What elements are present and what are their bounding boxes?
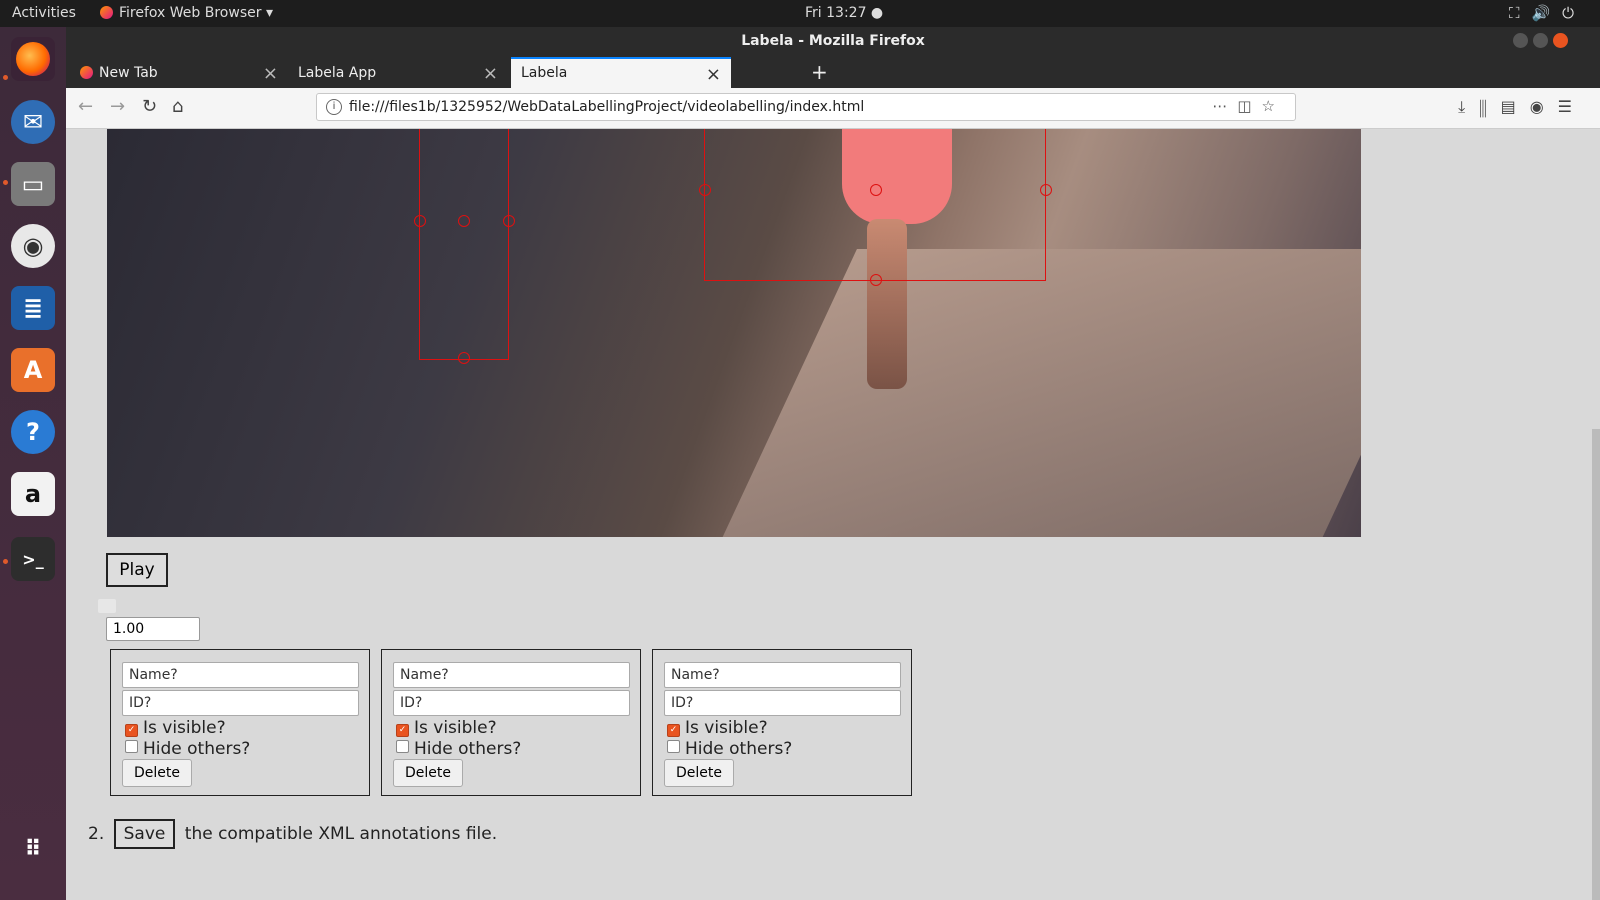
thunderbird-launcher-icon[interactable]: ✉ xyxy=(11,100,55,144)
forward-icon[interactable]: → xyxy=(110,96,125,117)
browser-tools[interactable]: ⤓⫼▤◉☰ xyxy=(1458,97,1586,117)
hide-others-checkbox[interactable] xyxy=(125,740,138,753)
navigation-toolbar: ← → ↻ ⌂ i file:///files1b/1325952/WebDat… xyxy=(66,88,1600,129)
url-text: file:///files1b/1325952/WebDataLabelling… xyxy=(349,99,865,115)
delete-button[interactable]: Delete xyxy=(664,759,734,787)
app-menu[interactable]: Firefox Web Browser ▾ xyxy=(100,5,273,21)
play-button[interactable]: Play xyxy=(106,553,168,587)
visible-label: Is visible? xyxy=(414,718,497,738)
save-instruction: 2. Save the compatible XML annotations f… xyxy=(88,819,497,849)
hide-others-toggle[interactable]: Hide others? xyxy=(396,739,521,759)
page-actions[interactable]: ⋯◫☆ xyxy=(1212,97,1285,115)
tab-new-tab[interactable]: New Tab × xyxy=(70,57,288,88)
id-input[interactable]: ID? xyxy=(393,690,630,716)
visible-checkbox[interactable]: ✓ xyxy=(125,724,138,737)
name-input[interactable]: Name? xyxy=(393,662,630,688)
bounding-box[interactable] xyxy=(699,129,1052,286)
rhythmbox-launcher-icon[interactable]: ◉ xyxy=(11,224,55,268)
system-top-bar: Activities Firefox Web Browser ▾ Fri 13:… xyxy=(0,0,1600,27)
id-input[interactable]: ID? xyxy=(122,690,359,716)
writer-launcher-icon[interactable]: ≣ xyxy=(11,286,55,330)
running-indicator xyxy=(3,559,8,564)
minimize-icon[interactable] xyxy=(1513,33,1528,48)
visible-toggle[interactable]: ✓ Is visible? xyxy=(396,718,497,738)
video-canvas[interactable] xyxy=(107,129,1361,537)
visible-label: Is visible? xyxy=(685,718,768,738)
firefox-icon xyxy=(100,6,113,19)
home-icon[interactable]: ⌂ xyxy=(172,96,183,117)
id-input[interactable]: ID? xyxy=(664,690,901,716)
resize-handle[interactable] xyxy=(458,352,470,364)
visible-toggle[interactable]: ✓ Is visible? xyxy=(125,718,226,738)
close-window-icon[interactable] xyxy=(1553,33,1568,48)
video-frame-ledge xyxy=(717,249,1361,537)
hide-others-checkbox[interactable] xyxy=(396,740,409,753)
tab-labela[interactable]: Labela × xyxy=(511,57,731,88)
resize-handle[interactable] xyxy=(699,184,711,196)
url-bar[interactable]: i file:///files1b/1325952/WebDataLabelli… xyxy=(316,93,1296,121)
visible-checkbox[interactable]: ✓ xyxy=(396,724,409,737)
bounding-box[interactable] xyxy=(414,129,515,364)
hide-others-toggle[interactable]: Hide others? xyxy=(667,739,792,759)
files-launcher-icon[interactable]: ▭ xyxy=(11,162,55,206)
tab-label: Labela App xyxy=(298,65,377,81)
resize-handle[interactable] xyxy=(1040,184,1052,196)
step-number: 2. xyxy=(88,824,105,844)
launcher-dock: ✉ ▭ ◉ ≣ A ? a >_ ⠿ xyxy=(0,27,66,900)
info-icon[interactable]: i xyxy=(326,99,342,115)
terminal-launcher-icon[interactable]: >_ xyxy=(11,537,55,581)
tab-label: New Tab xyxy=(99,65,158,81)
page-content: Play 1.00 Name? ID? ✓ Is visible? Hide ot… xyxy=(66,129,1600,900)
close-tab-icon[interactable]: × xyxy=(483,63,498,84)
hide-others-label: Hide others? xyxy=(143,739,251,759)
annotation-card: Name? ID? ✓ Is visible? Hide others? Dele… xyxy=(110,649,370,796)
name-input[interactable]: Name? xyxy=(122,662,359,688)
tab-labela-app[interactable]: Labela App × xyxy=(288,57,508,88)
help-launcher-icon[interactable]: ? xyxy=(11,410,55,454)
close-tab-icon[interactable]: × xyxy=(263,63,278,84)
annotation-card: Name? ID? ✓ Is visible? Hide others? Dele… xyxy=(652,649,912,796)
name-input[interactable]: Name? xyxy=(664,662,901,688)
hide-others-checkbox[interactable] xyxy=(667,740,680,753)
system-tray[interactable]: ⛶🔊⏻ xyxy=(1509,4,1586,22)
resize-handle[interactable] xyxy=(414,215,426,227)
window-titlebar: Labela - Mozilla Firefox xyxy=(66,27,1600,54)
firefox-launcher-icon[interactable] xyxy=(11,37,55,81)
app-menu-label: Firefox Web Browser ▾ xyxy=(119,5,273,21)
running-indicator xyxy=(3,75,8,80)
resize-handle[interactable] xyxy=(870,274,882,286)
move-handle[interactable] xyxy=(458,215,470,227)
move-handle[interactable] xyxy=(870,184,882,196)
tab-label: Labela xyxy=(521,65,568,81)
software-launcher-icon[interactable]: A xyxy=(11,348,55,392)
new-tab-icon[interactable]: + xyxy=(811,60,828,84)
resize-handle[interactable] xyxy=(503,215,515,227)
save-description: the compatible XML annotations file. xyxy=(184,824,498,844)
delete-button[interactable]: Delete xyxy=(122,759,192,787)
close-tab-icon[interactable]: × xyxy=(706,64,721,85)
delete-button[interactable]: Delete xyxy=(393,759,463,787)
visible-label: Is visible? xyxy=(143,718,226,738)
hide-others-label: Hide others? xyxy=(685,739,793,759)
clock[interactable]: Fri 13:27 ● xyxy=(805,5,883,21)
activities-button[interactable]: Activities xyxy=(12,5,76,21)
seek-slider[interactable] xyxy=(98,599,116,613)
page-scrollbar[interactable] xyxy=(1592,429,1600,900)
running-indicator xyxy=(3,180,8,185)
tab-strip: New Tab × Labela App × Labela × + xyxy=(66,54,1600,88)
firefox-favicon-icon xyxy=(80,66,93,79)
visible-toggle[interactable]: ✓ Is visible? xyxy=(667,718,768,738)
app-grid-icon[interactable]: ⠿ xyxy=(11,827,55,871)
save-button[interactable]: Save xyxy=(113,819,176,849)
window-title: Labela - Mozilla Firefox xyxy=(741,33,925,49)
playback-speed-input[interactable]: 1.00 xyxy=(106,617,200,641)
reload-icon[interactable]: ↻ xyxy=(142,96,157,117)
annotation-card: Name? ID? ✓ Is visible? Hide others? Dele… xyxy=(381,649,641,796)
hide-others-label: Hide others? xyxy=(414,739,522,759)
visible-checkbox[interactable]: ✓ xyxy=(667,724,680,737)
maximize-icon[interactable] xyxy=(1533,33,1548,48)
hide-others-toggle[interactable]: Hide others? xyxy=(125,739,250,759)
back-icon[interactable]: ← xyxy=(78,96,93,117)
amazon-launcher-icon[interactable]: a xyxy=(11,472,55,516)
